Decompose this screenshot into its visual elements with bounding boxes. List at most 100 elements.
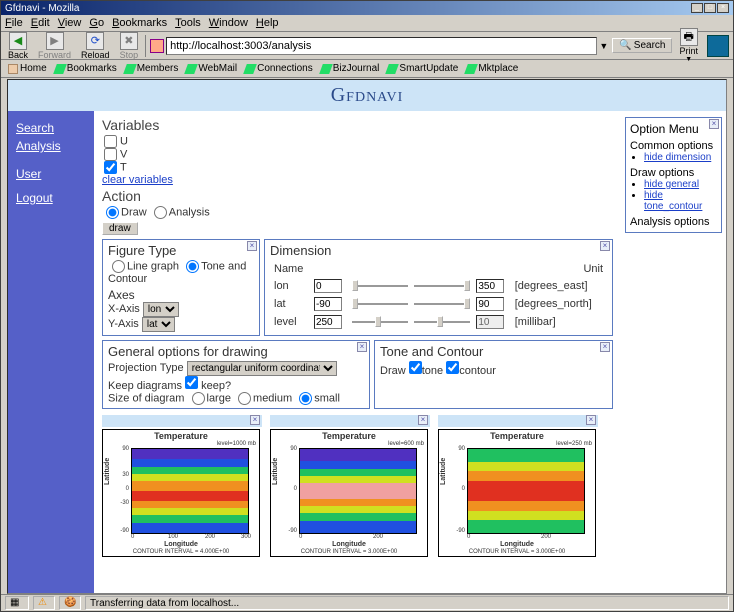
dim-level-min-input[interactable] (314, 315, 342, 329)
menu-help[interactable]: Help (256, 17, 279, 29)
hide-tonecontour-link[interactable]: hide tone_contour (644, 190, 702, 212)
bm-bookmarks[interactable]: Bookmarks (52, 63, 120, 74)
xaxis-select[interactable]: lon (143, 302, 179, 317)
url-input[interactable] (166, 37, 597, 55)
minimize-button[interactable]: _ (691, 3, 703, 13)
variables-heading: Variables (102, 117, 613, 133)
dim-level-unit: [millibar] (513, 314, 605, 330)
status-alert-icon: ⚠ (38, 597, 50, 609)
bookmark-icon (185, 64, 199, 74)
bm-connections[interactable]: Connections (242, 63, 316, 74)
dim-lat-min-slider[interactable] (352, 297, 408, 311)
dim-lon-max-slider[interactable] (414, 279, 470, 293)
menu-window[interactable]: Window (209, 17, 248, 29)
var-v-checkbox[interactable] (104, 148, 117, 161)
size-label: Size of diagram (108, 392, 184, 404)
plot-1-title: Temperature (103, 431, 259, 441)
contour-checkbox[interactable] (446, 361, 459, 374)
page-content: Gfdnavi Search Analysis User Logout Vari… (7, 79, 727, 594)
action-analysis-radio[interactable] (154, 206, 167, 219)
clear-variables-link[interactable]: clear variables (102, 174, 173, 186)
bm-webmail[interactable]: WebMail (183, 63, 240, 74)
sidebar-logout[interactable]: Logout (16, 191, 86, 205)
menu-view[interactable]: View (58, 17, 82, 29)
url-dropdown-icon[interactable]: ▼ (599, 41, 608, 51)
close-window-button[interactable]: × (717, 3, 729, 13)
plot-3-close-icon[interactable]: × (586, 415, 596, 425)
bm-home[interactable]: Home (5, 63, 50, 74)
bm-smartupdate[interactable]: SmartUpdate (384, 63, 461, 74)
bookmark-page-icon[interactable] (150, 39, 164, 53)
dim-lon-min-input[interactable] (314, 279, 342, 293)
dim-col-name: Name (272, 262, 310, 276)
dim-lat-max-slider[interactable] (414, 297, 470, 311)
action-draw-radio[interactable] (106, 206, 119, 219)
size-medium-radio[interactable] (238, 392, 251, 405)
dim-lat-max-input[interactable] (476, 297, 504, 311)
menu-edit[interactable]: Edit (31, 17, 50, 29)
yaxis-select[interactable]: lat (142, 317, 175, 332)
proj-select[interactable]: rectangular uniform coordinate (187, 361, 337, 376)
back-button[interactable]: ◀Back (5, 32, 31, 60)
var-u-checkbox[interactable] (104, 135, 117, 148)
maximize-button[interactable]: □ (704, 3, 716, 13)
menu-go[interactable]: Go (89, 17, 104, 29)
var-t-checkbox[interactable] (104, 161, 117, 174)
status-activity-icon: ▦ (10, 597, 22, 609)
size-small-radio[interactable] (299, 392, 312, 405)
figure-panel-close-icon[interactable]: × (247, 241, 257, 251)
draw-button[interactable]: draw (102, 222, 138, 235)
xaxis-label: X-Axis (108, 303, 140, 315)
main-column: Variables U V T clear variables Action D… (94, 111, 621, 594)
dim-row-lon: lon [degrees_east] (272, 278, 605, 294)
stop-button[interactable]: ✖Stop (117, 32, 142, 60)
dim-lat-name: lat (272, 296, 310, 312)
dim-lon-min-slider[interactable] (352, 279, 408, 293)
tone-panel-close-icon[interactable]: × (600, 342, 610, 352)
option-panel-close-icon[interactable]: × (709, 119, 719, 129)
plot-2-close-icon[interactable]: × (418, 415, 428, 425)
hide-dimension-link[interactable]: hide dimension (644, 152, 711, 163)
keep-suffix: keep? (201, 380, 231, 392)
figure-line-radio[interactable] (112, 260, 125, 273)
reload-button[interactable]: ⟳Reload (78, 32, 113, 60)
figure-line-label: Line graph (127, 260, 179, 272)
keep-checkbox[interactable] (185, 376, 198, 389)
size-medium-label: medium (253, 392, 292, 404)
print-button[interactable]: 🖶Print▼ (676, 28, 701, 63)
menu-tools[interactable]: Tools (175, 17, 201, 29)
figure-panel: × Figure Type Line graph Tone and Contou… (102, 239, 260, 336)
plot-3: × Temperature level=250 mb Latitude (438, 415, 598, 557)
plot-1-close-icon[interactable]: × (250, 415, 260, 425)
plot-2-ylabel: Latitude (272, 458, 279, 485)
menu-bookmarks[interactable]: Bookmarks (112, 17, 167, 29)
action-heading: Action (102, 188, 613, 204)
size-large-radio[interactable] (192, 392, 205, 405)
sidebar-user[interactable]: User (16, 167, 86, 181)
hide-general-link[interactable]: hide general (644, 179, 699, 190)
forward-button[interactable]: ▶Forward (35, 32, 74, 60)
figure-tone-radio[interactable] (186, 260, 199, 273)
plot-2-title: Temperature (271, 431, 427, 441)
var-u-label: U (120, 135, 128, 147)
dim-lat-min-input[interactable] (314, 297, 342, 311)
dim-level-max-slider[interactable] (414, 315, 470, 329)
dim-lon-max-input[interactable] (476, 279, 504, 293)
dimension-panel-close-icon[interactable]: × (600, 241, 610, 251)
plot-2-xlabel: Longitude (271, 541, 427, 548)
tone-checkbox[interactable] (409, 361, 422, 374)
sidebar-search[interactable]: Search (16, 121, 86, 135)
bm-members[interactable]: Members (122, 63, 182, 74)
general-panel-close-icon[interactable]: × (357, 342, 367, 352)
bm-bizjournal[interactable]: BizJournal (318, 63, 383, 74)
dim-level-min-slider[interactable] (352, 315, 408, 329)
window-titlebar: Gfdnavi - Mozilla _ □ × (1, 1, 733, 15)
bookmark-icon (123, 64, 137, 74)
search-button[interactable]: 🔍Search (612, 38, 672, 53)
plot-2: × Temperature level=600 mb Latitude (270, 415, 430, 557)
bm-mktplace[interactable]: Mktplace (463, 63, 521, 74)
menu-file[interactable]: File (5, 17, 23, 29)
mozilla-throbber-icon (707, 35, 729, 57)
sidebar-analysis[interactable]: Analysis (16, 139, 86, 153)
sidebar: Search Analysis User Logout (8, 111, 94, 594)
